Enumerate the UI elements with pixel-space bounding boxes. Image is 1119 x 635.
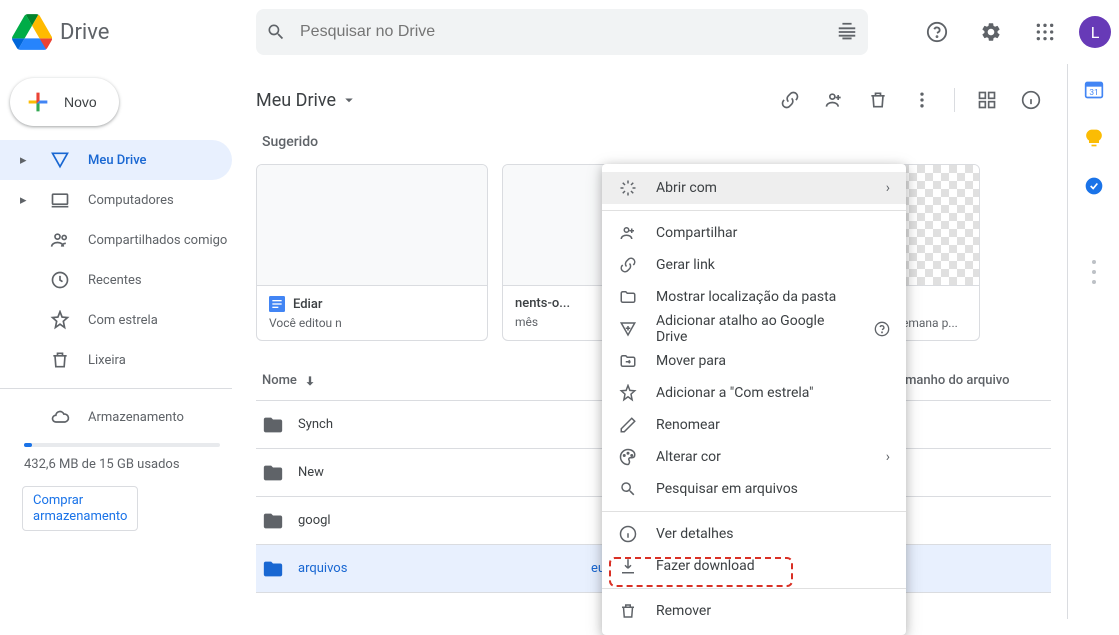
storage-bar <box>24 443 220 447</box>
context-menu-label: Compartilhar <box>656 225 890 241</box>
more-actions-button[interactable] <box>902 80 942 120</box>
sidebar: Novo ▸ Meu Drive ▸ Computadores Comparti… <box>0 64 244 619</box>
context-menu-item[interactable]: Mover para <box>602 345 906 377</box>
drive-folder-icon <box>50 150 70 170</box>
sidebar-item-label: Recentes <box>88 273 142 288</box>
context-menu-item[interactable]: Fazer download <box>602 550 906 582</box>
suggested-card[interactable]: Ediar Você editou n <box>256 164 488 341</box>
calendar-app-icon[interactable]: 31 <box>1084 80 1104 100</box>
context-menu-item[interactable]: Renomear <box>602 409 906 441</box>
sidebar-item-label: Armazenamento <box>88 410 184 425</box>
context-menu-item[interactable]: Gerar link <box>602 249 906 281</box>
plus-icon <box>24 88 52 116</box>
context-menu-label: Renomear <box>656 417 890 433</box>
context-menu-item[interactable]: Alterar cor › <box>602 441 906 473</box>
sidebar-item-label: Com estrela <box>88 313 158 328</box>
context-menu-label: Mover para <box>656 353 890 369</box>
people-icon <box>50 230 70 250</box>
search-input[interactable] <box>300 23 822 41</box>
context-menu-label: Gerar link <box>656 257 890 273</box>
context-menu-label: Pesquisar em arquivos <box>656 481 890 497</box>
context-menu-label: Mostrar localização da pasta <box>656 289 890 305</box>
context-menu-item[interactable]: Adicionar atalho ao Google Drive <box>602 313 906 345</box>
get-link-button[interactable] <box>770 80 810 120</box>
context-menu: Abrir com › Compartilhar Gerar link Mostrar … <box>602 164 906 635</box>
suggested-label: Sugerido <box>256 124 1051 164</box>
trash-icon <box>50 350 70 370</box>
file-name: Synch <box>298 417 333 432</box>
buy-storage-button[interactable]: Comprar armazenamento <box>22 486 138 531</box>
svg-text:31: 31 <box>1089 88 1098 98</box>
new-button[interactable]: Novo <box>10 78 119 126</box>
file-name: arquivos <box>298 561 347 576</box>
column-name[interactable]: Nome <box>256 373 591 388</box>
context-menu-item[interactable]: Ver detalhes <box>602 518 906 550</box>
chevron-right-icon: › <box>886 449 890 465</box>
context-menu-item[interactable]: Pesquisar em arquivos <box>602 473 906 505</box>
sidebar-item-computers[interactable]: ▸ Computadores <box>0 180 232 220</box>
breadcrumb[interactable]: Meu Drive <box>256 90 358 111</box>
card-thumbnail <box>257 165 487 285</box>
help-icon <box>874 321 890 337</box>
chevron-down-icon <box>340 91 358 109</box>
search-options-icon[interactable] <box>836 21 858 43</box>
context-menu-label: Remover <box>656 603 890 619</box>
clock-icon <box>50 270 70 290</box>
computer-icon <box>50 190 70 210</box>
chevron-right-icon: ▸ <box>20 193 32 208</box>
sidebar-item-storage[interactable]: Armazenamento <box>0 397 232 437</box>
sidebar-item-label: Compartilhados comigo <box>88 233 227 248</box>
context-menu-label: Adicionar a "Com estrela" <box>656 385 890 401</box>
context-menu-item[interactable]: Adicionar a "Com estrela" <box>602 377 906 409</box>
search-bar[interactable] <box>256 9 868 55</box>
column-size[interactable]: Tamanho do arquivo <box>891 373 1051 388</box>
context-menu-label: Alterar cor <box>656 449 868 465</box>
context-menu-item[interactable]: Abrir com › <box>602 172 906 204</box>
chevron-right-icon: › <box>886 180 890 196</box>
arrow-down-icon <box>303 374 317 388</box>
sidebar-item-label: Lixeira <box>88 353 126 368</box>
search-icon <box>266 22 286 42</box>
settings-button[interactable] <box>971 12 1011 52</box>
new-button-label: Novo <box>64 94 97 110</box>
sidebar-item-my-drive[interactable]: ▸ Meu Drive <box>0 140 232 180</box>
share-button[interactable] <box>814 80 854 120</box>
keep-app-icon[interactable] <box>1084 128 1104 148</box>
details-button[interactable] <box>1011 80 1051 120</box>
context-menu-label: Ver detalhes <box>656 526 890 542</box>
sidebar-item-trash[interactable]: Lixeira <box>0 340 232 380</box>
sidebar-item-shared[interactable]: Compartilhados comigo <box>0 220 232 260</box>
more-apps-icon[interactable] <box>1092 260 1096 284</box>
context-menu-item[interactable]: Mostrar localização da pasta <box>602 281 906 313</box>
tasks-app-icon[interactable] <box>1084 176 1104 196</box>
avatar[interactable]: L <box>1079 16 1111 48</box>
grid-view-button[interactable] <box>967 80 1007 120</box>
apps-button[interactable] <box>1025 12 1065 52</box>
context-menu-label: Fazer download <box>656 558 890 574</box>
app-name: Drive <box>60 20 109 45</box>
storage-usage: 432,6 MB de 15 GB usados <box>0 453 244 482</box>
docs-icon <box>269 296 285 312</box>
file-name: googl <box>298 513 331 528</box>
sidebar-item-recent[interactable]: Recentes <box>0 260 232 300</box>
context-menu-item[interactable]: Compartilhar <box>602 217 906 249</box>
sidebar-item-label: Meu Drive <box>88 153 147 168</box>
delete-button[interactable] <box>858 80 898 120</box>
sidebar-item-starred[interactable]: Com estrela <box>0 300 232 340</box>
drive-logo-icon <box>12 12 52 52</box>
logo-area[interactable]: Drive <box>12 12 256 52</box>
context-menu-label: Adicionar atalho ao Google Drive <box>656 313 856 345</box>
file-name: New <box>298 465 324 480</box>
context-menu-item[interactable]: Remover <box>602 595 906 627</box>
breadcrumb-label: Meu Drive <box>256 90 336 111</box>
cloud-icon <box>50 407 70 427</box>
chevron-right-icon: ▸ <box>20 153 32 168</box>
context-menu-label: Abrir com <box>656 180 868 196</box>
star-icon <box>50 310 70 330</box>
support-button[interactable] <box>917 12 957 52</box>
side-panel: 31 <box>1067 64 1119 619</box>
sidebar-item-label: Computadores <box>88 193 174 208</box>
